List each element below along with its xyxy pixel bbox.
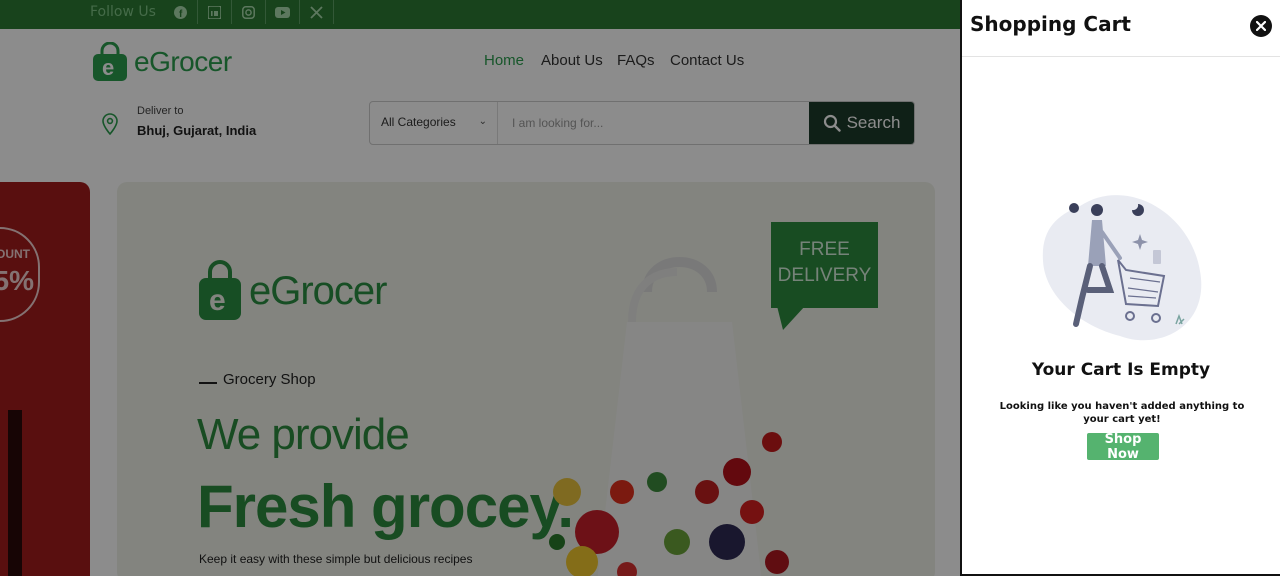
store-page: Follow Us f e eGrocer Home About Us FAQs… xyxy=(0,0,960,576)
empty-cart-illustration xyxy=(1042,195,1202,341)
shopping-cart-drawer: Shopping Cart Your Cart Is Empty Looking… xyxy=(960,0,1280,576)
shop-now-button[interactable]: Shop Now xyxy=(1087,432,1159,462)
cart-title: Shopping Cart xyxy=(970,12,1131,36)
close-icon xyxy=(1256,21,1266,31)
drawer-divider xyxy=(962,56,1280,57)
empty-cart-message: Looking like you haven't added anything … xyxy=(999,401,1245,425)
modal-overlay[interactable] xyxy=(0,0,960,576)
close-cart-button[interactable] xyxy=(1250,15,1272,37)
empty-cart-title: Your Cart Is Empty xyxy=(1031,360,1211,380)
